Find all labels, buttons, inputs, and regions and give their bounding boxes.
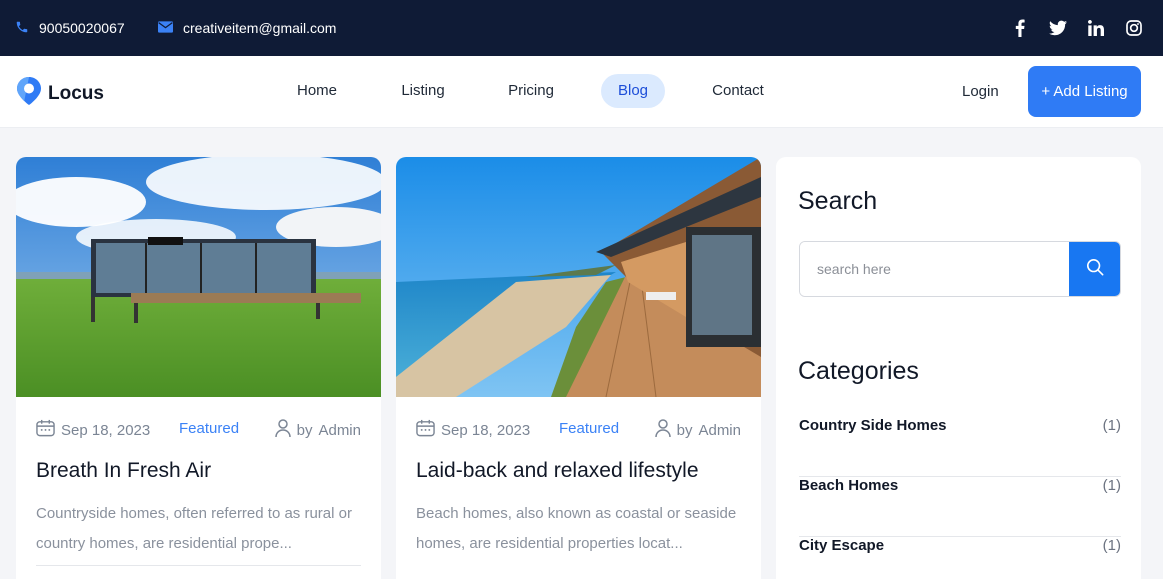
category-count: (1) xyxy=(1102,537,1121,554)
top-bar: 90050020067 creativeitem@gmail.com xyxy=(0,0,1163,56)
user-icon xyxy=(654,419,671,442)
post-category[interactable]: Featured xyxy=(179,420,239,437)
blog-card[interactable]: Sep 18, 2023 Featured by Admin Breath In… xyxy=(16,157,381,579)
post-date: Sep 18, 2023 xyxy=(416,419,530,441)
category-item[interactable]: Country Side Homes (1) xyxy=(799,417,1121,477)
by-label: by xyxy=(676,422,693,439)
post-author: by Admin xyxy=(274,419,361,442)
nav-item-pricing[interactable]: Pricing xyxy=(501,74,561,108)
post-author: by Admin xyxy=(654,419,741,442)
author-name: Admin xyxy=(318,422,361,439)
post-date-text: Sep 18, 2023 xyxy=(61,421,151,439)
category-item[interactable]: Beach Homes (1) xyxy=(799,477,1121,537)
post-image[interactable] xyxy=(396,157,761,397)
search-button[interactable] xyxy=(1069,242,1120,296)
categories-heading: Categories xyxy=(798,357,919,385)
category-name: Country Side Homes xyxy=(799,417,947,434)
search-heading: Search xyxy=(798,187,878,215)
nav-item-listing[interactable]: Listing xyxy=(393,74,453,108)
facebook-icon[interactable] xyxy=(1011,19,1029,37)
phone-icon xyxy=(15,20,29,37)
author-name: Admin xyxy=(698,422,741,439)
twitter-icon[interactable] xyxy=(1049,19,1067,37)
linkedin-icon[interactable] xyxy=(1087,19,1105,37)
email-address: creativeitem@gmail.com xyxy=(183,20,337,36)
post-image[interactable] xyxy=(16,157,381,397)
search-input[interactable] xyxy=(800,242,1071,296)
email-contact[interactable]: creativeitem@gmail.com xyxy=(158,0,336,56)
search-form xyxy=(799,241,1121,297)
post-excerpt: Beach homes, also known as coastal or se… xyxy=(416,505,737,552)
add-listing-button[interactable]: + Add Listing xyxy=(1028,66,1141,117)
search-icon xyxy=(1086,258,1104,281)
by-label: by xyxy=(296,422,313,439)
nav-item-home[interactable]: Home xyxy=(289,74,345,108)
instagram-icon[interactable] xyxy=(1125,19,1143,37)
blog-card[interactable]: Sep 18, 2023 Featured by Admin Laid-back… xyxy=(396,157,761,579)
post-date: Sep 18, 2023 xyxy=(36,419,150,441)
category-count: (1) xyxy=(1102,477,1121,494)
category-count: (1) xyxy=(1102,417,1121,434)
divider xyxy=(36,565,361,566)
post-category[interactable]: Featured xyxy=(559,420,619,437)
category-name: Beach Homes xyxy=(799,477,899,494)
phone-contact[interactable]: 90050020067 xyxy=(15,0,125,56)
category-item[interactable]: City Escape (1) xyxy=(799,537,1121,579)
post-excerpt: Countryside homes, often referred to as … xyxy=(36,505,352,552)
login-link[interactable]: Login xyxy=(962,83,999,100)
main-navbar: Locus Home Listing Pricing Blog Contact … xyxy=(0,56,1163,127)
user-icon xyxy=(274,419,291,442)
calendar-icon xyxy=(36,419,55,441)
mail-icon xyxy=(158,20,173,36)
post-title[interactable]: Laid-back and relaxed lifestyle xyxy=(416,459,699,483)
social-links xyxy=(1011,0,1143,56)
sidebar: Search Categories Country Side Homes (1)… xyxy=(776,157,1141,579)
category-name: City Escape xyxy=(799,537,885,554)
post-date-text: Sep 18, 2023 xyxy=(441,421,531,439)
nav-item-blog[interactable]: Blog xyxy=(601,74,665,108)
post-title[interactable]: Breath In Fresh Air xyxy=(36,459,211,483)
calendar-icon xyxy=(416,419,435,441)
phone-number: 90050020067 xyxy=(39,20,125,36)
post-meta: Sep 18, 2023 Featured by Admin xyxy=(36,419,361,439)
nav-item-contact[interactable]: Contact xyxy=(705,74,771,108)
post-meta: Sep 18, 2023 Featured by Admin xyxy=(416,419,741,439)
